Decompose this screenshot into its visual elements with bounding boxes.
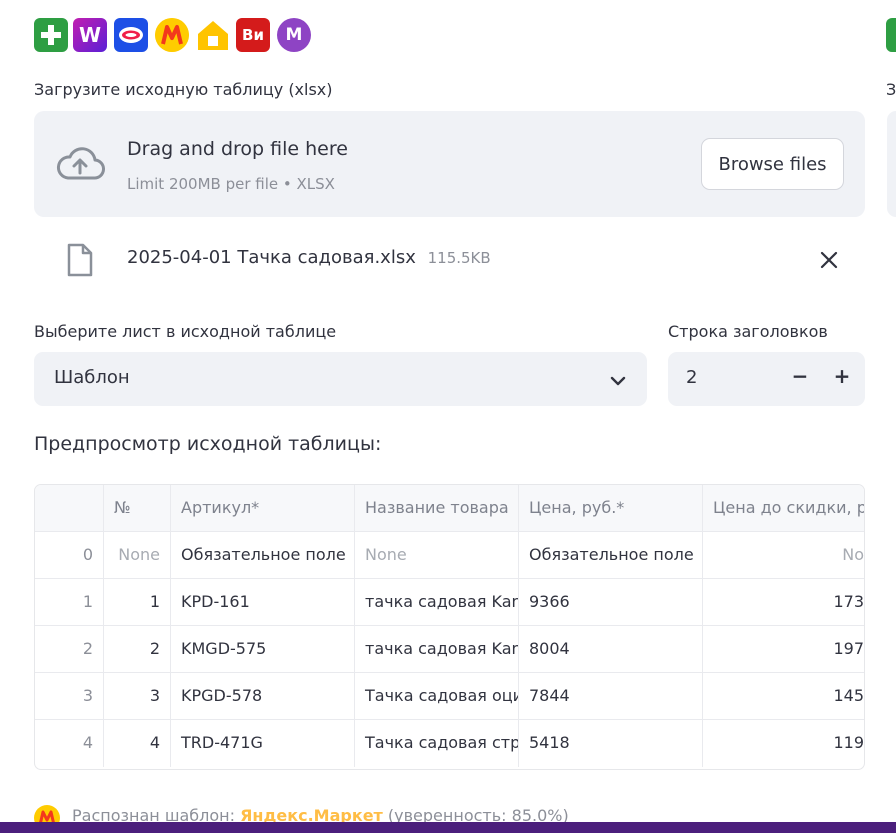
cell-number: 3 — [104, 673, 171, 719]
cell-product-name: тачка садовая Kan — [355, 626, 519, 672]
header-row-label: Строка заголовков — [668, 322, 828, 341]
megamarket-icon[interactable]: M — [277, 18, 311, 52]
table-row[interactable]: 4 4 TRD-471G Тачка садовая стро 5418 119 — [35, 720, 864, 767]
upload-limit-text: Limit 200MB per file • XLSX — [127, 175, 335, 193]
row-index: 4 — [35, 720, 104, 767]
table-row[interactable]: 1 1 KPD-161 тачка садовая Kan 9366 173 — [35, 579, 864, 626]
cell-article: KPGD-578 — [171, 673, 355, 719]
increment-plus-icon[interactable]: + — [832, 364, 852, 388]
cell-price: 7844 — [519, 673, 703, 719]
cell-price: Обязательное поле — [519, 532, 703, 578]
table-row[interactable]: 0 None Обязательное поле None Обязательн… — [35, 532, 864, 579]
cell-product-name: тачка садовая Kan — [355, 579, 519, 625]
cell-price-before-discount: 173 — [833, 592, 864, 611]
cell-article: KPD-161 — [171, 579, 355, 625]
preview-title: Предпросмотр исходной таблицы: — [34, 433, 382, 455]
cell-number: 1 — [104, 579, 171, 625]
cloud-upload-icon — [55, 145, 105, 185]
second-column-label-clipped: З — [886, 80, 896, 99]
table-row[interactable]: 3 3 KPGD-578 Тачка садовая оци 7844 145 — [35, 673, 864, 720]
cell-price: 9366 — [519, 579, 703, 625]
cell-number: None — [104, 532, 171, 578]
drag-drop-text: Drag and drop file here — [127, 138, 348, 160]
cell-product-name: Тачка садовая оци — [355, 673, 519, 719]
plus-icon[interactable] — [34, 18, 68, 52]
column-header-price[interactable]: Цена, руб.* — [519, 485, 703, 531]
cell-price-before-discount: 197 — [833, 639, 864, 658]
column-header-price-before-discount[interactable]: Цена до скидки, ру — [703, 485, 864, 531]
sheet-select-label: Выберите лист в исходной таблице — [34, 322, 337, 341]
bottom-bar — [0, 822, 896, 833]
remove-file-close-icon[interactable] — [819, 250, 839, 274]
cell-price-before-discount: No — [842, 545, 864, 564]
cell-article: KMGD-575 — [171, 626, 355, 672]
cell-product-name: Тачка садовая стро — [355, 720, 519, 767]
second-dropzone-clipped — [887, 111, 896, 217]
decrement-minus-icon[interactable]: − — [790, 364, 810, 388]
cell-price: 5418 — [519, 720, 703, 767]
plus-icon-clipped — [886, 18, 896, 52]
column-header-article[interactable]: Артикул* — [171, 485, 355, 531]
preview-table[interactable]: № Артикул* Название товара Цена, руб.* Ц… — [34, 484, 865, 770]
sheet-select[interactable]: Шаблон — [34, 352, 647, 406]
file-name: 2025-04-01 Тачка садовая.xlsx — [127, 247, 416, 268]
table-row[interactable]: 2 2 KMGD-575 тачка садовая Kan 8004 197 — [35, 626, 864, 673]
column-header-index[interactable] — [35, 485, 104, 531]
row-index: 1 — [35, 579, 104, 625]
header-row-number-input[interactable]: 2 − + — [668, 352, 865, 406]
cell-number: 4 — [104, 720, 171, 767]
cell-article: TRD-471G — [171, 720, 355, 767]
cell-price-before-discount: 119 — [833, 733, 864, 752]
house-icon[interactable] — [196, 18, 230, 52]
table-header-row: № Артикул* Название товара Цена, руб.* Ц… — [35, 485, 864, 532]
file-size: 115.5KB — [427, 249, 491, 267]
cell-price: 8004 — [519, 626, 703, 672]
wildberries-icon[interactable]: W — [73, 18, 107, 52]
sheet-select-value: Шаблон — [54, 367, 130, 388]
vseinstrumenti-icon[interactable]: Ви — [236, 18, 270, 52]
chevron-down-icon — [610, 372, 626, 391]
row-index: 3 — [35, 673, 104, 719]
row-index: 2 — [35, 626, 104, 672]
uploader-label: Загрузите исходную таблицу (xlsx) — [34, 80, 333, 99]
cell-article: Обязательное поле — [171, 532, 355, 578]
uploaded-file: 2025-04-01 Тачка садовая.xlsx 115.5KB — [127, 247, 491, 268]
header-row-value[interactable]: 2 — [686, 367, 697, 388]
yandex-market-icon[interactable] — [155, 18, 189, 52]
cell-product-name: None — [355, 532, 519, 578]
column-header-product-name[interactable]: Название товара — [355, 485, 519, 531]
cell-price-before-discount: 145 — [833, 686, 864, 705]
column-header-number[interactable]: № — [104, 485, 171, 531]
browse-files-button[interactable]: Browse files — [701, 138, 844, 190]
row-index: 0 — [35, 532, 104, 578]
file-icon — [66, 243, 94, 281]
ozon-icon[interactable] — [114, 18, 148, 52]
cell-number: 2 — [104, 626, 171, 672]
